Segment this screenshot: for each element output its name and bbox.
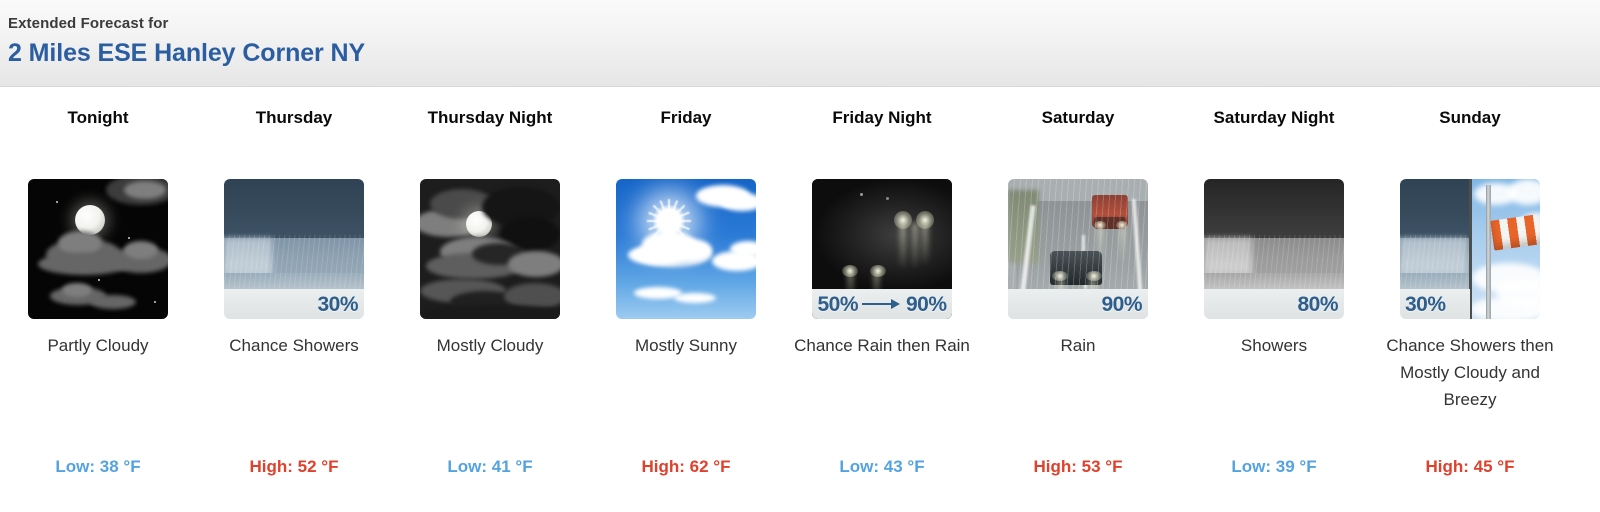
forecast-period-tonight[interactable]: Tonight Partly Cloudy Low: 38 °F — [0, 104, 196, 512]
pop-value-end: 90% — [906, 292, 947, 316]
pop-badge: 30% — [224, 289, 364, 319]
pop-badge: 90% — [1008, 289, 1148, 319]
pop-badge: 50% 90% — [812, 289, 952, 319]
period-day-label: Friday Night — [832, 108, 932, 127]
period-icon-wrap: 30% — [224, 179, 364, 319]
period-day-label: Thursday Night — [427, 108, 553, 127]
period-temperature: Low: 39 °F — [1231, 457, 1317, 476]
period-icon-wrap: 30% — [1400, 179, 1540, 319]
forecast-header-kicker: Extended Forecast for — [8, 15, 169, 32]
pop-value-start: 50% — [817, 292, 858, 316]
pop-value: 90% — [1101, 292, 1142, 316]
period-icon-wrap — [420, 179, 560, 319]
pop-value: 30% — [1405, 292, 1446, 316]
night-partly-cloudy-icon — [28, 179, 168, 319]
pop-value: 80% — [1297, 292, 1338, 316]
period-day-label: Sunday — [1439, 108, 1501, 127]
period-description: Rain — [1060, 336, 1096, 355]
period-temperature: High: 52 °F — [249, 457, 339, 476]
night-mostly-cloudy-icon — [420, 179, 560, 319]
mostly-sunny-icon — [616, 179, 756, 319]
period-day-label: Saturday — [1041, 108, 1115, 127]
period-temperature: High: 62 °F — [641, 457, 731, 476]
period-description: Chance Rain then Rain — [794, 336, 970, 355]
period-description: Chance Showers then Mostly Cloudy and Br… — [1386, 336, 1554, 409]
period-temperature: Low: 38 °F — [55, 457, 141, 476]
period-day-label: Friday — [660, 108, 712, 127]
pop-value: 30% — [317, 292, 358, 316]
pop-badge: 30% — [1400, 289, 1470, 319]
extended-forecast-row: Tonight Partly Cloudy Low: 38 °F Thursda… — [0, 87, 1600, 512]
period-description: Partly Cloudy — [47, 336, 149, 355]
forecast-header: Extended Forecast for 2 Miles ESE Hanley… — [0, 0, 1600, 87]
forecast-period-friday-night[interactable]: Friday Night 50% 90% Chance Rain then Ra… — [784, 104, 980, 512]
period-description: Chance Showers — [229, 336, 359, 355]
period-day-label: Saturday Night — [1213, 108, 1335, 127]
chance-showers-then-breezy-icon: 30% — [1400, 179, 1540, 319]
forecast-period-saturday-night[interactable]: Saturday Night 80% Showers Low: 39 °F — [1176, 104, 1372, 512]
night-showers-icon: 80% — [1204, 179, 1344, 319]
arrow-right-icon — [862, 298, 902, 310]
period-temperature: High: 53 °F — [1033, 457, 1123, 476]
period-icon-wrap: 50% 90% — [812, 179, 952, 319]
period-description: Showers — [1240, 336, 1308, 355]
forecast-period-thursday[interactable]: Thursday 30% Chance Showers High: 52 °F — [196, 104, 392, 512]
chance-showers-icon: 30% — [224, 179, 364, 319]
forecast-period-saturday[interactable]: Saturday 90% Rain High: 53 °F — [980, 104, 1176, 512]
period-icon-wrap: 90% — [1008, 179, 1148, 319]
period-day-label: Tonight — [67, 108, 129, 127]
period-description: Mostly Cloudy — [436, 336, 544, 355]
period-icon-wrap — [28, 179, 168, 319]
period-temperature: High: 45 °F — [1425, 457, 1515, 476]
forecast-period-friday[interactable]: Friday Mostly Sunny High: 62 °F — [588, 104, 784, 512]
period-day-label: Thursday — [255, 108, 333, 127]
period-temperature: Low: 43 °F — [839, 457, 925, 476]
icon-half-breezy — [1470, 179, 1540, 319]
period-icon-wrap: 80% — [1204, 179, 1344, 319]
forecast-period-thursday-night[interactable]: Thursday Night Mostly Cloudy Low: 41 °F — [392, 104, 588, 512]
pop-badge: 80% — [1204, 289, 1344, 319]
forecast-period-sunday[interactable]: Sunday 30% Chance Showers then Mostly Cl… — [1372, 104, 1568, 512]
rain-icon: 90% — [1008, 179, 1148, 319]
period-icon-wrap — [616, 179, 756, 319]
night-chance-rain-icon: 50% 90% — [812, 179, 952, 319]
period-temperature: Low: 41 °F — [447, 457, 533, 476]
period-description: Mostly Sunny — [634, 336, 738, 355]
icon-half-showers: 30% — [1400, 179, 1470, 319]
forecast-location-link[interactable]: 2 Miles ESE Hanley Corner NY — [8, 37, 1600, 69]
